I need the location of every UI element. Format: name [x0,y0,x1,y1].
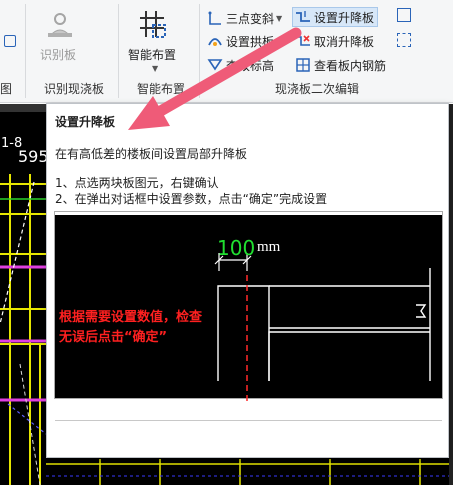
group-separator [199,4,200,98]
identify-board-label: 识别板 [40,48,77,62]
smart-layout-button[interactable]: 智能布置 ▼ [124,4,184,76]
chevron-down-icon: ▼ [152,64,159,73]
dimension-value: 100 [217,236,256,260]
smart-layout-icon [140,11,166,38]
cancel-step-board-icon [295,33,311,49]
three-point-slope-label: 三点变斜 [226,11,275,26]
smart-group-label: 智能布置 [137,82,186,96]
set-step-board-label: 设置升降板 [314,10,375,25]
three-point-slope-button[interactable]: 三点变斜 ▼ [207,8,282,28]
elevation-icon [207,57,223,73]
edit-group-label: 现浇板二次编辑 [275,82,360,96]
arch-icon [207,33,223,49]
identify-board-button[interactable]: 识别板 [32,6,88,68]
elevation-button[interactable]: 查改标高 [207,55,274,75]
ribbon: 图 识别板 识别现浇板 智能布置 ▼ 智能布置 三点变斜 ▼ 设置拱板 ▼ 查改… [0,0,453,103]
tooltip-description: 在有高低差的楼板间设置局部升降板 [55,147,248,161]
cancel-step-board-label: 取消升降板 [314,34,375,49]
tooltip-title: 设置升降板 [55,115,116,129]
tooltip-popup: 设置升降板 在有高低差的楼板间设置局部升降板 1、点选两块板图元，右键确认 2、… [46,103,449,458]
step-board-icon [295,9,311,25]
dimension-unit: mm [257,239,281,255]
view-rebar-label: 查看板内钢筋 [314,58,387,73]
identify-group-label: 识别现浇板 [44,82,105,96]
tooltip-illustration: 100 mm 根据需要设置数值，检查无误后点击“确定” [54,211,443,401]
axis-label: 595 [18,147,49,166]
view-rebar-icon [295,57,311,73]
illustration-annotation: 根据需要设置数值，检查无误后点击“确定” [59,310,203,345]
cancel-step-board-button[interactable]: 取消升降板 [295,31,374,51]
partial-small-icon[interactable] [4,35,16,47]
identify-board-icon [48,13,72,37]
set-arch-button[interactable]: 设置拱板 ▼ [207,31,282,51]
set-step-board-button[interactable]: 设置升降板 [292,7,379,27]
chevron-down-icon: ▼ [276,13,283,23]
view-rebar-button[interactable]: 查看板内钢筋 [295,55,386,75]
group-separator [25,4,26,98]
chevron-down-icon: ▼ [276,36,283,46]
set-arch-label: 设置拱板 [226,34,275,49]
three-point-slope-icon [207,10,223,26]
partial-right-icon[interactable] [397,8,411,22]
left-group-label: 图 [0,82,13,96]
tooltip-step: 1、点选两块板图元，右键确认 [55,176,219,190]
tooltip-step: 2、在弹出对话框中设置参数，点击“确定”完成设置 [55,192,328,206]
group-separator [118,4,119,98]
partial-right-icon[interactable] [397,33,411,47]
smart-layout-label: 智能布置 [128,48,177,62]
elevation-label: 查改标高 [226,58,275,73]
divider [55,420,442,421]
